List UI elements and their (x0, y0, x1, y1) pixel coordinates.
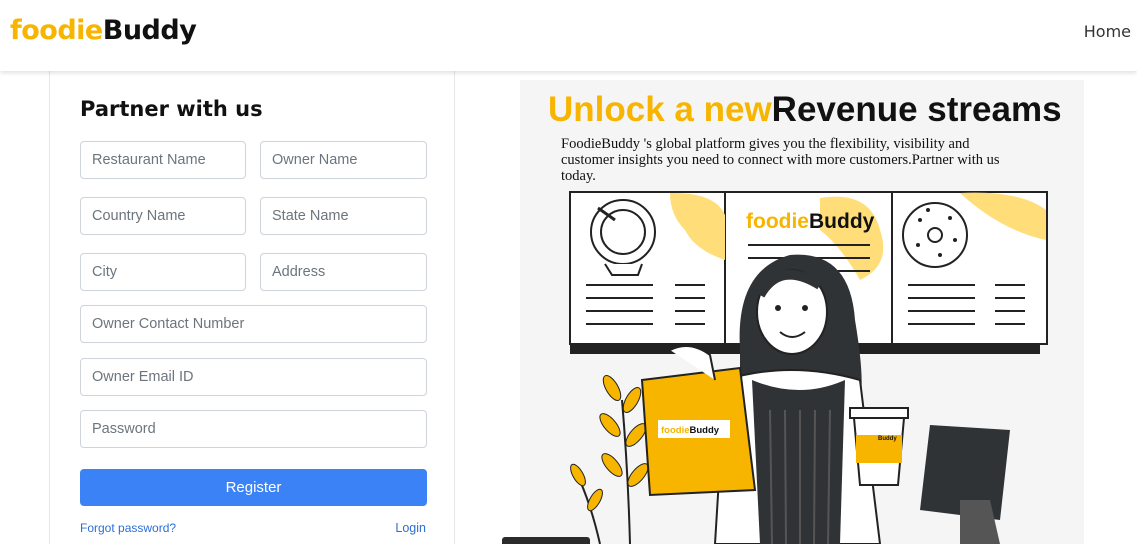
brand-logo[interactable]: foodieBuddy (10, 15, 197, 46)
nav-home-link[interactable]: Home (1084, 22, 1131, 41)
shopping-bag: foodieBuddy (640, 345, 757, 497)
login-link[interactable]: Login (395, 521, 426, 535)
address-input[interactable]: Address (260, 253, 427, 291)
plant-decoration (570, 375, 649, 544)
form-title: Partner with us (80, 97, 263, 121)
tooltip-stub (502, 537, 590, 544)
logo-part-buddy: Buddy (102, 15, 197, 46)
pos-monitor (920, 425, 1010, 544)
coffee-cup-takeaway: foodieBuddy (849, 407, 909, 486)
navbar: foodieBuddy Home (0, 0, 1137, 71)
state-name-input[interactable]: State Name (260, 197, 427, 235)
donut-icon (902, 202, 968, 268)
register-button[interactable]: Register (80, 469, 427, 506)
country-name-input[interactable]: Country Name (80, 197, 246, 235)
owner-email-input[interactable]: Owner Email ID (80, 358, 427, 396)
password-input[interactable]: Password (80, 410, 427, 448)
restaurant-name-input[interactable]: Restaurant Name (80, 141, 246, 179)
partner-form: Partner with us Restaurant Name Owner Na… (49, 71, 455, 544)
logo-part-foodie: foodie (10, 15, 103, 46)
promo-headline-highlight: Unlock a new (548, 90, 772, 129)
promo-headline-rest: Revenue streams (771, 90, 1062, 129)
owner-name-input[interactable]: Owner Name (260, 141, 427, 179)
forgot-password-link[interactable]: Forgot password? (80, 521, 176, 535)
promo-description: FoodieBuddy 's global platform gives you… (561, 136, 1000, 184)
bag-logo: foodieBuddy (661, 425, 720, 436)
cup-logo: foodieBuddy (860, 436, 897, 442)
promo-banner: foodieBuddy foodieBuddy foodieBuddy Unlo… (520, 80, 1084, 544)
promo-headline: Unlock a newRevenue streams (548, 90, 1062, 130)
board-logo: foodieBuddy (746, 210, 875, 233)
city-input[interactable]: City (80, 253, 246, 291)
owner-contact-input[interactable]: Owner Contact Number (80, 305, 427, 343)
